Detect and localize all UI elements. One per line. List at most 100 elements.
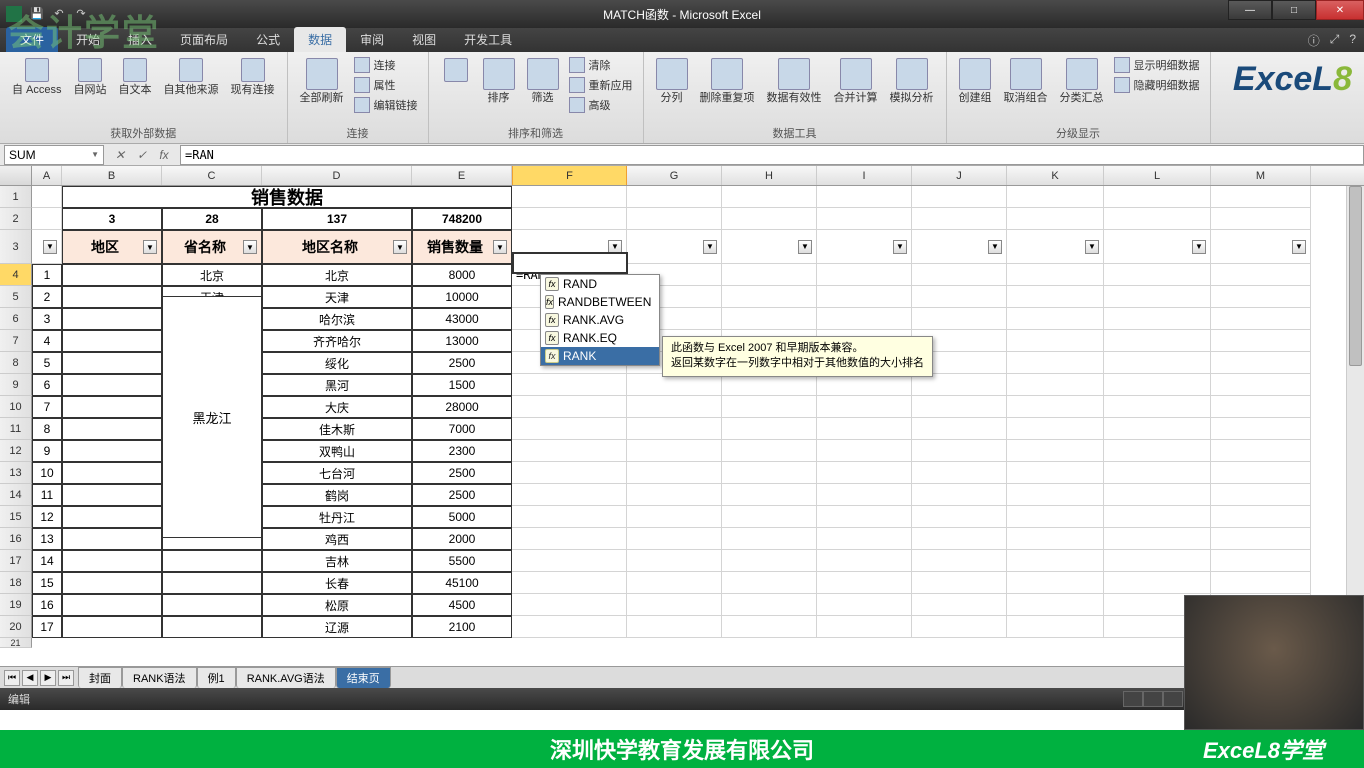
cell[interactable] [722,286,817,308]
cell[interactable] [32,208,62,230]
cell[interactable] [817,286,912,308]
row-header[interactable]: 20 [0,616,32,638]
cell[interactable] [627,616,722,638]
cell[interactable]: 双鸭山 [262,440,412,462]
cell[interactable] [1007,186,1104,208]
cell[interactable] [912,462,1007,484]
row-header[interactable]: 19 [0,594,32,616]
header-c[interactable]: 省名称▼ [162,230,262,264]
filter-dropdown-icon[interactable]: ▼ [798,240,812,254]
cell[interactable] [1007,208,1104,230]
cell[interactable] [512,484,627,506]
row-header[interactable]: 21 [0,638,32,648]
cell[interactable] [722,186,817,208]
filter-dropdown-icon[interactable]: ▼ [893,240,907,254]
row-header[interactable]: 1 [0,186,32,208]
cell[interactable] [722,308,817,330]
cell[interactable] [912,528,1007,550]
tab-dev[interactable]: 开发工具 [450,27,526,52]
tab-review[interactable]: 审阅 [346,27,398,52]
cell[interactable] [912,506,1007,528]
sort-button[interactable]: 排序 [479,56,519,106]
cell[interactable]: 大庆 [262,396,412,418]
column-header-G[interactable]: G [627,166,722,185]
cell[interactable]: 北京 [162,264,262,286]
text-to-columns-button[interactable]: 分列 [652,56,692,106]
cell[interactable] [1104,528,1211,550]
vertical-scrollbar[interactable] [1346,186,1364,666]
cell[interactable]: 14 [32,550,62,572]
cell[interactable]: 8 [32,418,62,440]
cell[interactable]: 6 [32,374,62,396]
sheet-nav-last[interactable]: ⏭ [58,670,74,686]
cell[interactable] [512,616,627,638]
filter-dropdown-icon[interactable]: ▼ [493,240,507,254]
row-header[interactable]: 7 [0,330,32,352]
column-header-I[interactable]: I [817,166,912,185]
row-header[interactable]: 6 [0,308,32,330]
sheet-tab[interactable]: 封面 [78,667,122,688]
cell[interactable]: 2500 [412,352,512,374]
cell[interactable] [627,374,722,396]
cell[interactable]: 1 [32,264,62,286]
cell[interactable] [627,396,722,418]
column-header-H[interactable]: H [722,166,817,185]
cell[interactable]: 43000 [412,308,512,330]
filter-cell[interactable]: ▼ [512,230,627,264]
cell[interactable]: ▼ [32,230,62,264]
cell[interactable] [162,550,262,572]
cell[interactable] [1007,462,1104,484]
cell[interactable] [1007,374,1104,396]
cancel-formula-icon[interactable]: ✕ [112,148,128,162]
cell[interactable] [912,616,1007,638]
cell[interactable] [62,506,162,528]
cell[interactable] [817,186,912,208]
filter-cell[interactable]: ▼ [1007,230,1104,264]
row-header[interactable]: 2 [0,208,32,230]
cell[interactable] [912,374,1007,396]
cell[interactable]: 10 [32,462,62,484]
sheet-nav-prev[interactable]: ◀ [22,670,38,686]
edit-links-button[interactable]: 编辑链接 [352,96,420,114]
cell[interactable] [1211,440,1311,462]
cell[interactable] [512,550,627,572]
cell[interactable] [1104,550,1211,572]
filter-dropdown-icon[interactable]: ▼ [988,240,1002,254]
cell[interactable] [1211,506,1311,528]
remove-duplicates-button[interactable]: 删除重复项 [696,56,759,106]
cell[interactable] [1104,264,1211,286]
autocomplete-item[interactable]: fxRANDBETWEEN [541,293,659,311]
sheet-nav-next[interactable]: ▶ [40,670,56,686]
consolidate-button[interactable]: 合并计算 [830,56,882,106]
cell[interactable]: 17 [32,616,62,638]
cell[interactable] [1211,208,1311,230]
fx-icon[interactable]: fx [156,148,172,162]
column-header-J[interactable]: J [912,166,1007,185]
row-header[interactable]: 8 [0,352,32,374]
row-header[interactable]: 14 [0,484,32,506]
cell[interactable] [1211,374,1311,396]
cell[interactable]: 牡丹江 [262,506,412,528]
filter-cell[interactable]: ▼ [1104,230,1211,264]
cell[interactable] [512,418,627,440]
cell[interactable] [627,462,722,484]
cell[interactable] [627,208,722,230]
cell[interactable] [1211,308,1311,330]
filter-button[interactable]: 筛选 [523,56,563,106]
cell[interactable] [62,484,162,506]
row-header[interactable]: 10 [0,396,32,418]
cell[interactable]: 5 [32,352,62,374]
column-header-B[interactable]: B [62,166,162,185]
ungroup-button[interactable]: 取消组合 [1000,56,1052,106]
sheet-tab[interactable]: RANK语法 [122,667,197,688]
cell[interactable] [1211,264,1311,286]
cell[interactable] [62,462,162,484]
cell[interactable] [817,528,912,550]
sheet-tab[interactable]: 结束页 [336,667,391,688]
cell[interactable] [512,440,627,462]
cell[interactable] [1104,440,1211,462]
cell[interactable] [1211,550,1311,572]
hide-detail-button[interactable]: 隐藏明细数据 [1112,76,1202,94]
cell[interactable] [512,208,627,230]
filter-dropdown-icon[interactable]: ▼ [143,240,157,254]
